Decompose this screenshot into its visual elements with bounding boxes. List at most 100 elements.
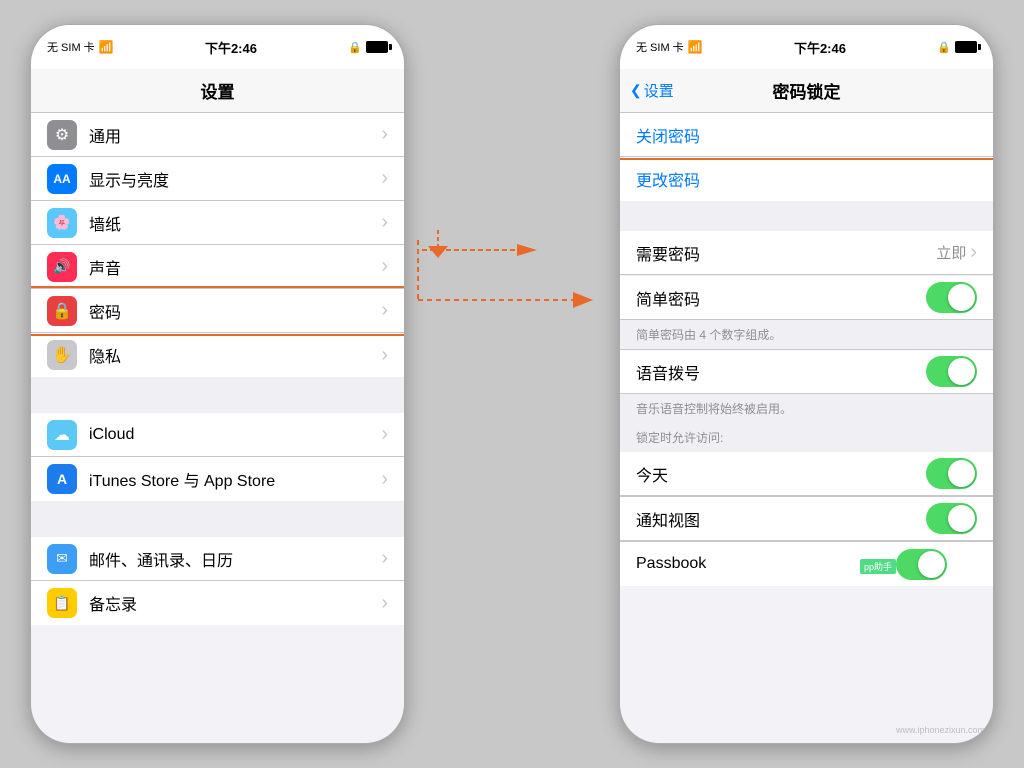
- lock-icon: 🔒: [348, 41, 362, 54]
- general-icon: ⚙: [47, 120, 77, 150]
- sound-icon: 🔊: [47, 252, 77, 282]
- settings-row-sound[interactable]: 🔊 声音: [31, 245, 404, 289]
- watermark-text: pp助手: [864, 562, 892, 572]
- icloud-icon: ☁: [47, 420, 77, 450]
- connection-arrow: [408, 240, 608, 360]
- wifi-icon: 📶: [99, 40, 114, 54]
- general-label: 通用: [89, 123, 381, 147]
- today-label: 今天: [636, 462, 926, 486]
- section-1: ⚙ 通用 AA 显示与亮度 🌸 墙纸 🔊 声音: [31, 113, 404, 377]
- notification-label: 通知视图: [636, 507, 926, 531]
- settings-row-mail[interactable]: ✉ 邮件、通讯录、日历: [31, 537, 404, 581]
- settings-row-wallpaper[interactable]: 🌸 墙纸: [31, 201, 404, 245]
- section-3: ✉ 邮件、通讯录、日历 📋 备忘录: [31, 537, 404, 625]
- simple-toggle[interactable]: [926, 282, 977, 313]
- chevron-privacy: [381, 344, 388, 367]
- settings-row-require[interactable]: 需要密码 立即: [620, 231, 993, 275]
- change-label: 更改密码: [636, 167, 977, 191]
- chevron-store: [381, 468, 388, 491]
- settings-row-turn-off[interactable]: 关闭密码: [620, 113, 993, 157]
- chevron-display: [381, 167, 388, 190]
- notes-icon: 📋: [47, 588, 77, 618]
- settings-row-change[interactable]: 更改密码: [620, 157, 993, 201]
- lock-icon-right: 🔒: [937, 41, 951, 54]
- notes-label: 备忘录: [89, 591, 381, 615]
- arrow-svg: [408, 240, 608, 360]
- simple-subtext-content: 简单密码由 4 个数字组成。: [636, 328, 781, 342]
- nav-title-left: 设置: [201, 78, 235, 103]
- mail-label: 邮件、通讯录、日历: [89, 547, 381, 571]
- nav-bar-left: 设置: [31, 69, 404, 113]
- settings-row-store[interactable]: A iTunes Store 与 App Store: [31, 457, 404, 501]
- passcode-settings-list: 关闭密码 更改密码 需要密码 立即 简单密码: [620, 113, 993, 743]
- status-bar-left: 无 SIM 卡 📶 下午2:46 🔒: [31, 25, 404, 69]
- sound-label: 声音: [89, 255, 381, 279]
- simple-subtext: 简单密码由 4 个数字组成。: [620, 320, 993, 349]
- settings-row-today[interactable]: 今天: [620, 452, 993, 496]
- settings-row-passbook[interactable]: Passbook pp助手: [620, 542, 993, 586]
- back-button[interactable]: 设置: [630, 80, 674, 101]
- status-right: 🔒: [348, 41, 388, 54]
- settings-row-icloud[interactable]: ☁ iCloud: [31, 413, 404, 457]
- time-display-right: 下午2:46: [794, 38, 846, 57]
- time-display: 下午2:46: [205, 38, 257, 57]
- voice-toggle[interactable]: [926, 356, 977, 387]
- signal-text: 无 SIM 卡: [47, 39, 95, 55]
- section-spacer-1: [31, 377, 404, 413]
- back-label: 设置: [644, 80, 674, 101]
- voice-subtext: 音乐语音控制将始终被启用。: [620, 394, 993, 423]
- settings-row-voice[interactable]: 语音拨号: [620, 350, 993, 394]
- settings-row-simple[interactable]: 简单密码: [620, 276, 993, 320]
- signal-text-right: 无 SIM 卡: [636, 39, 684, 55]
- passcode-icon: 🔒: [47, 296, 77, 326]
- chevron-general: [381, 123, 388, 146]
- chevron-passcode: [381, 299, 388, 322]
- settings-row-notes[interactable]: 📋 备忘录: [31, 581, 404, 625]
- status-right-right: 🔒: [937, 41, 977, 54]
- simple-label: 简单密码: [636, 286, 926, 310]
- icloud-label: iCloud: [89, 426, 381, 444]
- passbook-toggle[interactable]: [896, 549, 947, 580]
- mail-icon: ✉: [47, 544, 77, 574]
- wallpaper-label: 墙纸: [89, 211, 381, 235]
- store-label: iTunes Store 与 App Store: [89, 467, 381, 491]
- today-toggle[interactable]: [926, 458, 977, 489]
- section-spacer-2: [31, 501, 404, 537]
- lock-access-text: 锁定时允许访问:: [636, 431, 723, 445]
- chevron-icloud: [381, 423, 388, 446]
- passcode-label: 密码: [89, 299, 381, 323]
- chevron-wallpaper: [381, 211, 388, 234]
- lock-access-header: 锁定时允许访问:: [620, 423, 993, 452]
- top-section: 关闭密码 更改密码: [620, 113, 993, 201]
- settings-row-general[interactable]: ⚙ 通用: [31, 113, 404, 157]
- chevron-sound: [381, 255, 388, 278]
- status-left: 无 SIM 卡 📶: [47, 39, 114, 55]
- nav-title-right: 密码锁定: [773, 78, 841, 103]
- settings-row-display[interactable]: AA 显示与亮度: [31, 157, 404, 201]
- settings-list-left: ⚙ 通用 AA 显示与亮度 🌸 墙纸 🔊 声音: [31, 113, 404, 743]
- chevron-require: [970, 241, 977, 264]
- back-chevron: [630, 82, 642, 99]
- battery-icon-right: [955, 41, 977, 53]
- voice-label: 语音拨号: [636, 360, 926, 384]
- right-phone: 无 SIM 卡 📶 下午2:46 🔒 设置 密码锁定 关闭密码: [619, 24, 994, 744]
- notification-toggle[interactable]: [926, 503, 977, 534]
- voice-subtext-content: 音乐语音控制将始终被启用。: [636, 402, 792, 416]
- turn-off-wrapper: 关闭密码: [620, 113, 993, 157]
- passcode-row-wrapper: 🔒 密码: [31, 289, 404, 333]
- settings-row-notification[interactable]: 通知视图: [620, 497, 993, 541]
- privacy-icon: ✋: [47, 340, 77, 370]
- spacer-mid: [620, 211, 993, 231]
- watermark: pp助手: [860, 559, 896, 574]
- chevron-mail: [381, 547, 388, 570]
- chevron-notes: [381, 592, 388, 615]
- require-label: 需要密码: [636, 241, 936, 265]
- turn-off-label: 关闭密码: [636, 123, 977, 147]
- settings-row-privacy[interactable]: ✋ 隐私: [31, 333, 404, 377]
- spacer-top: [620, 201, 993, 211]
- privacy-label: 隐私: [89, 343, 381, 367]
- settings-row-passcode[interactable]: 🔒 密码: [31, 289, 404, 333]
- left-phone: 无 SIM 卡 📶 下午2:46 🔒 设置 ⚙ 通用: [30, 24, 405, 744]
- nav-bar-right: 设置 密码锁定: [620, 69, 993, 113]
- battery-icon: [366, 41, 388, 53]
